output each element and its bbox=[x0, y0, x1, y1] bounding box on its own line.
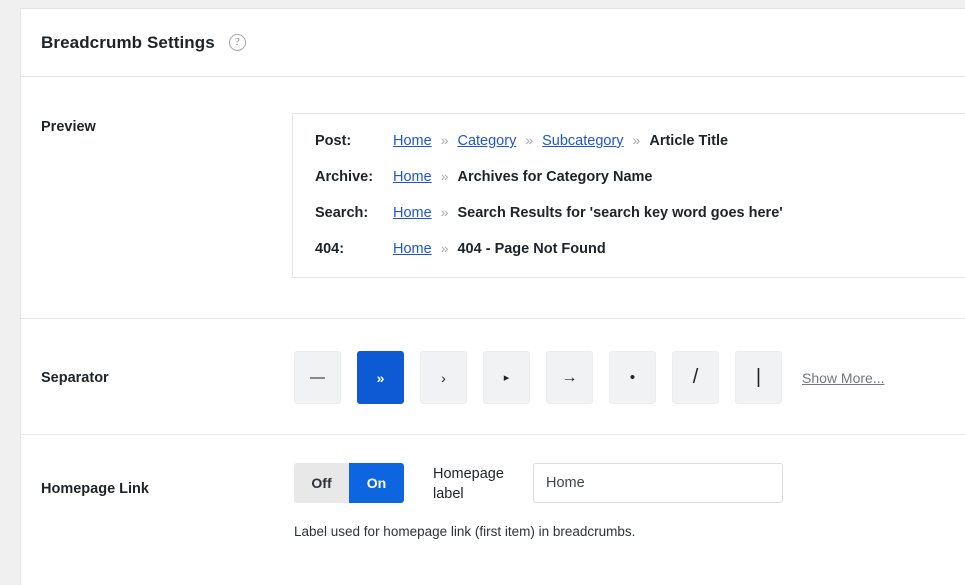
breadcrumb-link[interactable]: Category bbox=[457, 133, 516, 149]
preview-body: Post:Home»Category»Subcategory»Article T… bbox=[291, 113, 965, 278]
separator-label: Separator bbox=[21, 351, 291, 404]
preview-row: Preview Post:Home»Category»Subcategory»A… bbox=[21, 77, 965, 318]
breadcrumb-link[interactable]: Subcategory bbox=[542, 133, 623, 149]
homepage-link-row: Homepage Link Off On Homepage label Labe… bbox=[21, 434, 965, 539]
breadcrumb-link[interactable]: Home bbox=[393, 241, 432, 257]
breadcrumb-separator-glyph: » bbox=[525, 132, 533, 148]
breadcrumb-type-label: 404: bbox=[315, 241, 393, 257]
breadcrumb-separator-glyph: » bbox=[441, 240, 449, 256]
separator-slash[interactable]: / bbox=[672, 351, 719, 404]
breadcrumb-separator-glyph: » bbox=[441, 132, 449, 148]
separator-options: — » › ▸ → • / | Show More... bbox=[291, 351, 965, 404]
homepage-link-controls: Off On Homepage label bbox=[291, 463, 965, 504]
toggle-option-on[interactable]: On bbox=[349, 463, 404, 503]
question-mark-circle-icon[interactable]: ? bbox=[229, 34, 246, 51]
separator-row: Separator — » › ▸ → • / | Show More... bbox=[21, 318, 965, 434]
breadcrumb-current-item: Article Title bbox=[649, 133, 728, 149]
separator-em-dash[interactable]: — bbox=[294, 351, 341, 404]
breadcrumb-type-label: Search: bbox=[315, 205, 393, 221]
breadcrumb-separator-glyph: » bbox=[441, 168, 449, 184]
breadcrumb-preview-box: Post:Home»Category»Subcategory»Article T… bbox=[292, 113, 965, 278]
homepage-link-label: Homepage Link bbox=[21, 463, 291, 539]
homepage-label-input[interactable] bbox=[533, 463, 783, 503]
toggle-option-off[interactable]: Off bbox=[294, 463, 349, 503]
separator-pipe[interactable]: | bbox=[735, 351, 782, 404]
separator-body: — » › ▸ → • / | Show More... bbox=[291, 351, 965, 404]
preview-label: Preview bbox=[21, 113, 291, 278]
card-header: Breadcrumb Settings ? bbox=[21, 9, 965, 77]
page-title: Breadcrumb Settings bbox=[41, 33, 215, 53]
show-more-link[interactable]: Show More... bbox=[802, 370, 884, 386]
separator-bullet[interactable]: • bbox=[609, 351, 656, 404]
breadcrumb-current-item: 404 - Page Not Found bbox=[457, 241, 605, 257]
breadcrumb-separator-glyph: » bbox=[441, 204, 449, 220]
homepage-link-toggle[interactable]: Off On bbox=[294, 463, 404, 503]
separator-single-chevron[interactable]: › bbox=[420, 351, 467, 404]
breadcrumb-link[interactable]: Home bbox=[393, 205, 432, 221]
breadcrumb-current-item: Archives for Category Name bbox=[457, 169, 652, 185]
breadcrumb-type-label: Archive: bbox=[315, 169, 393, 185]
breadcrumb-preview-line: Post:Home » Category » Subcategory » Article T… bbox=[315, 132, 965, 149]
settings-card: Breadcrumb Settings ? Preview Post:Home»… bbox=[20, 8, 965, 585]
separator-triangle[interactable]: ▸ bbox=[483, 351, 530, 404]
breadcrumb-link[interactable]: Home bbox=[393, 169, 432, 185]
breadcrumb-preview-line: Search:Home » Search Results for 'search k… bbox=[315, 204, 965, 221]
breadcrumb-preview-line: 404:Home » 404 - Page Not Found bbox=[315, 240, 965, 257]
breadcrumb-type-label: Post: bbox=[315, 133, 393, 149]
breadcrumb-current-item: Search Results for 'search key word goes… bbox=[457, 205, 782, 221]
separator-double-chevron[interactable]: » bbox=[357, 351, 404, 404]
breadcrumb-link[interactable]: Home bbox=[393, 133, 432, 149]
homepage-link-body: Off On Homepage label Label used for hom… bbox=[291, 463, 965, 539]
breadcrumb-preview-line: Archive:Home » Archives for Category Name bbox=[315, 168, 965, 185]
homepage-label-field-label: Homepage label bbox=[433, 463, 533, 504]
separator-arrow[interactable]: → bbox=[546, 351, 593, 404]
breadcrumb-separator-glyph: » bbox=[633, 132, 641, 148]
homepage-link-help-text: Label used for homepage link (first item… bbox=[291, 524, 965, 539]
